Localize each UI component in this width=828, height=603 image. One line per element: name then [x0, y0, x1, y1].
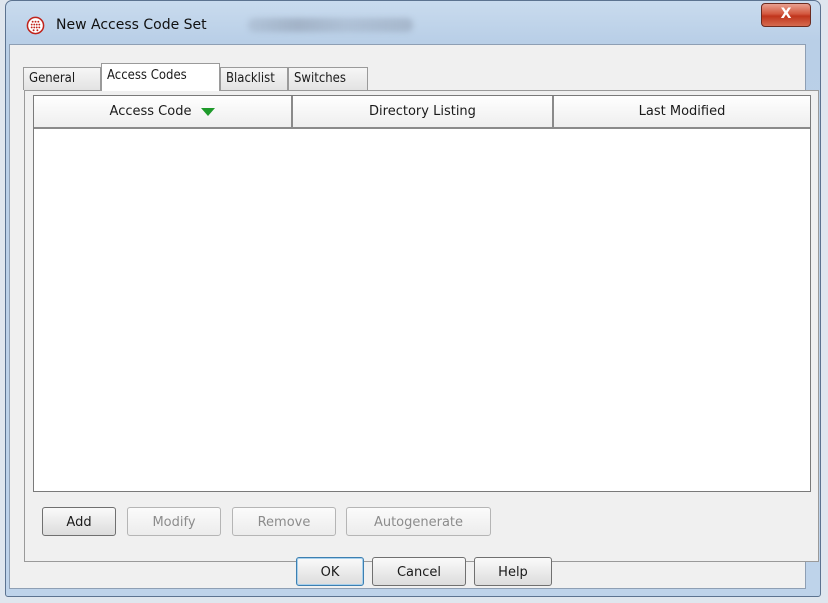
ok-button[interactable]: OK: [296, 557, 364, 586]
close-button[interactable]: X: [761, 3, 811, 27]
tab-label: General: [29, 71, 76, 86]
close-icon: X: [780, 6, 792, 22]
modify-button[interactable]: Modify: [127, 507, 221, 536]
access-codes-table[interactable]: Access Code Directory Listing Last Modif…: [33, 95, 811, 492]
column-label: Access Code: [109, 104, 192, 119]
autogenerate-button[interactable]: Autogenerate: [346, 507, 491, 536]
column-header-last-modified[interactable]: Last Modified: [554, 96, 810, 129]
remove-button[interactable]: Remove: [232, 507, 336, 536]
sort-descending-icon: [201, 107, 216, 116]
column-header-directory-listing[interactable]: Directory Listing: [293, 96, 554, 129]
column-header-access-code[interactable]: Access Code: [34, 96, 293, 129]
tab-label: Blacklist: [226, 71, 275, 86]
column-label: Directory Listing: [369, 104, 476, 119]
title-bar[interactable]: New Access Code Set X: [6, 1, 820, 41]
cancel-button[interactable]: Cancel: [372, 557, 466, 586]
app-globe-icon: [26, 16, 45, 35]
tab-access-codes[interactable]: Access Codes: [101, 63, 220, 91]
table-header: Access Code Directory Listing Last Modif…: [34, 96, 810, 129]
tab-switches[interactable]: Switches: [288, 67, 368, 90]
add-button[interactable]: Add: [42, 507, 116, 536]
tab-label: Access Codes: [107, 68, 187, 83]
tab-general[interactable]: General: [23, 67, 101, 90]
tab-blacklist[interactable]: Blacklist: [220, 67, 288, 90]
table-body[interactable]: [34, 129, 810, 491]
column-label: Last Modified: [638, 104, 726, 119]
help-button[interactable]: Help: [474, 557, 552, 586]
redacted-title-suffix: [248, 18, 413, 32]
window-title: New Access Code Set: [56, 17, 207, 33]
tab-label: Switches: [294, 71, 346, 86]
